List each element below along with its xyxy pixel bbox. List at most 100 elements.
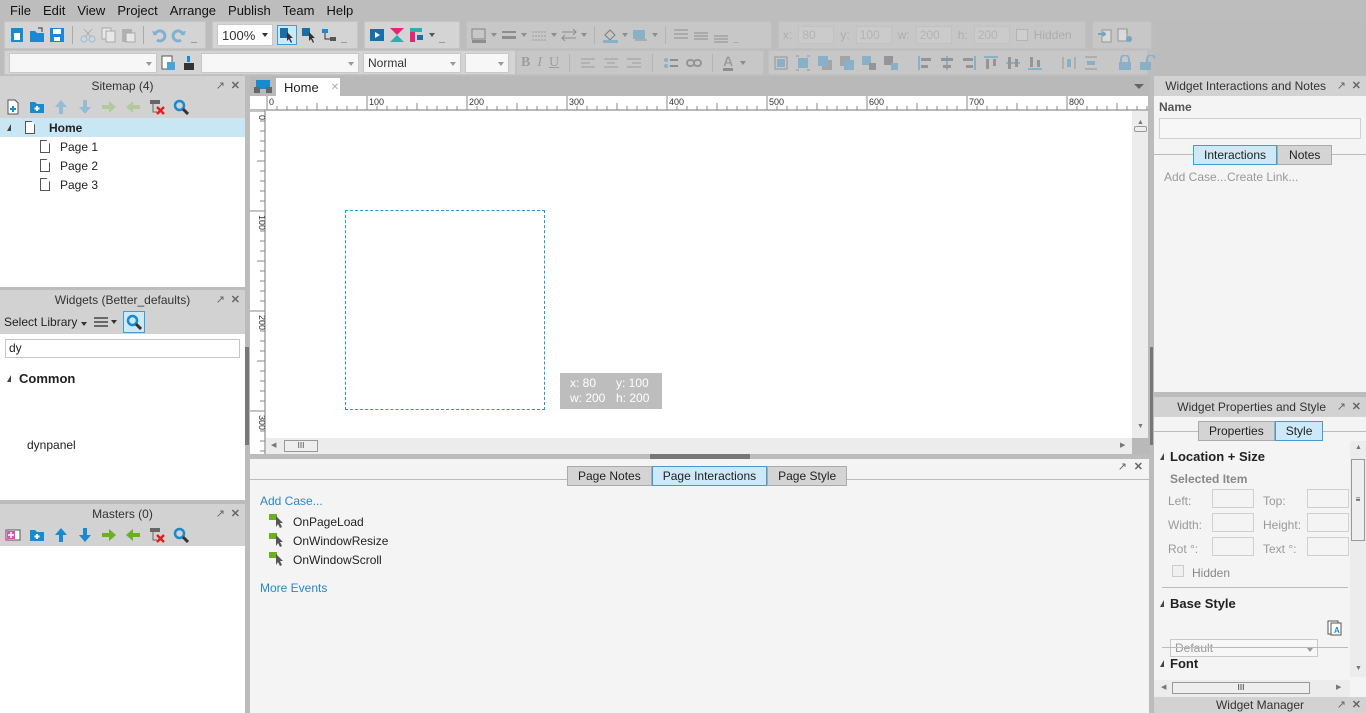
w-input[interactable]: 200 [915, 26, 952, 44]
save-icon[interactable] [49, 27, 65, 43]
select-intersected-icon[interactable] [277, 25, 297, 45]
unlock-icon[interactable] [1139, 53, 1156, 71]
h-input[interactable]: 200 [973, 26, 1010, 44]
close-icon[interactable]: ✕ [1352, 397, 1361, 417]
search-icon[interactable] [173, 527, 190, 544]
lock-icon[interactable] [1117, 53, 1133, 71]
border-color-icon[interactable] [471, 27, 487, 43]
close-icon[interactable]: ✕ [231, 76, 240, 96]
scroll-thumb[interactable]: ≡ [1351, 459, 1365, 541]
width-input[interactable] [1212, 513, 1254, 532]
selected-widget-box[interactable] [345, 210, 545, 410]
align-center-icon[interactable] [603, 55, 619, 71]
cut-icon[interactable] [80, 27, 96, 43]
tab-page-notes[interactable]: Page Notes [567, 466, 652, 486]
tab-home[interactable]: Home ✕ [276, 78, 340, 96]
close-tab-icon[interactable]: ✕ [331, 82, 339, 93]
menu-help[interactable]: Help [320, 3, 359, 18]
add-folder-icon[interactable] [29, 99, 45, 115]
menu-icon[interactable] [93, 316, 117, 328]
tab-style[interactable]: Style [1274, 421, 1324, 441]
widget-name-input[interactable] [1159, 118, 1361, 139]
height-input[interactable] [1307, 513, 1349, 532]
more-events-link[interactable]: More Events [260, 581, 327, 595]
search-icon[interactable] [122, 311, 145, 333]
tab-page-interactions[interactable]: Page Interactions [651, 466, 768, 486]
pop-out-icon[interactable]: ↗ [216, 290, 225, 310]
align-middles-icon[interactable] [1005, 55, 1021, 71]
menu-team[interactable]: Team [277, 3, 321, 18]
scroll-thumb[interactable]: III [1172, 682, 1310, 694]
tab-list-dropdown-icon[interactable] [1134, 84, 1144, 89]
send-back-icon[interactable] [839, 55, 855, 71]
close-icon[interactable]: ✕ [1134, 460, 1143, 473]
pop-out-icon[interactable]: ↗ [1337, 697, 1346, 713]
event-onpageload[interactable]: OnPageLoad [269, 513, 388, 529]
padding-top-icon[interactable] [673, 27, 689, 43]
arrow-style-icon[interactable] [561, 27, 577, 43]
menu-view[interactable]: View [71, 3, 111, 18]
sitemap-item-page-3[interactable]: Page 3 [0, 175, 245, 194]
tab-interactions[interactable]: Interactions [1193, 145, 1278, 165]
align-left-icon[interactable] [580, 55, 596, 71]
align-lefts-icon[interactable] [917, 55, 933, 71]
move-up-icon[interactable] [53, 99, 69, 115]
menu-file[interactable]: File [4, 3, 37, 18]
delete-master-icon[interactable] [149, 527, 165, 543]
menu-arrange[interactable]: Arrange [164, 3, 222, 18]
menu-edit[interactable]: Edit [37, 3, 71, 18]
menu-project[interactable]: Project [111, 3, 163, 18]
brush-icon[interactable] [181, 55, 197, 71]
pop-out-icon[interactable]: ↗ [1118, 460, 1127, 473]
tab-page-style[interactable]: Page Style [767, 466, 848, 486]
bold-button[interactable]: B [521, 55, 530, 71]
italic-button[interactable]: I [537, 55, 542, 71]
x-input[interactable]: 80 [798, 26, 835, 44]
export-icon[interactable] [1117, 27, 1133, 43]
canvas-vertical-scrollbar[interactable]: ▲ ▼ [1132, 111, 1148, 438]
add-master-icon[interactable] [5, 527, 21, 543]
left-splitter-handle[interactable] [245, 347, 249, 445]
top-input[interactable] [1307, 489, 1349, 508]
underline-button[interactable]: U [549, 55, 559, 71]
open-folder-icon[interactable] [29, 27, 45, 43]
style-editor-icon[interactable]: A [1327, 620, 1343, 639]
section-font[interactable]: Font [1160, 656, 1198, 671]
indent-icon[interactable] [101, 99, 117, 115]
tab-properties[interactable]: Properties [1198, 421, 1275, 441]
widget-group-common[interactable]: Common [0, 371, 245, 386]
pop-out-icon[interactable]: ↗ [216, 504, 225, 524]
outdent-icon[interactable] [125, 99, 141, 115]
sitemap-item-page-1[interactable]: Page 1 [0, 137, 245, 156]
bring-forward-icon[interactable] [861, 55, 877, 71]
move-up-icon[interactable] [53, 527, 69, 543]
padding-bottom-icon[interactable] [713, 27, 729, 43]
add-page-icon[interactable] [5, 99, 21, 115]
line-style-icon[interactable] [531, 27, 547, 43]
line-thickness-icon[interactable] [501, 27, 517, 43]
bring-front-icon[interactable] [817, 55, 833, 71]
hidden-checkbox[interactable] [1015, 29, 1028, 41]
canvas-page[interactable]: x: 80 y: 100 w: 200 h: 200 [266, 111, 1132, 438]
section-location-size[interactable]: Location + Size [1160, 449, 1265, 464]
align-centers-icon[interactable] [939, 55, 955, 71]
new-page-icon[interactable] [9, 27, 25, 43]
font-family-select[interactable] [201, 52, 359, 73]
scroll-thumb[interactable] [1134, 126, 1147, 132]
delete-page-icon[interactable] [149, 99, 165, 115]
pop-out-icon[interactable]: ↗ [1337, 76, 1346, 96]
font-color-button[interactable]: A [723, 54, 734, 71]
paste-icon[interactable] [120, 27, 136, 43]
section-base-style[interactable]: Base Style [1160, 596, 1236, 611]
pop-out-icon[interactable]: ↗ [1337, 397, 1346, 417]
format-painter-icon[interactable] [161, 55, 177, 71]
left-input[interactable] [1212, 489, 1254, 508]
scroll-thumb[interactable]: III [284, 440, 318, 452]
collapse-icon[interactable] [7, 375, 11, 382]
tab-notes[interactable]: Notes [1277, 145, 1333, 165]
sitemap-item-page-2[interactable]: Page 2 [0, 156, 245, 175]
close-icon[interactable]: ✕ [231, 504, 240, 524]
event-onwindowresize[interactable]: OnWindowResize [269, 532, 388, 548]
send-backward-icon[interactable] [883, 55, 899, 71]
font-weight-select[interactable]: Normal [363, 52, 461, 73]
